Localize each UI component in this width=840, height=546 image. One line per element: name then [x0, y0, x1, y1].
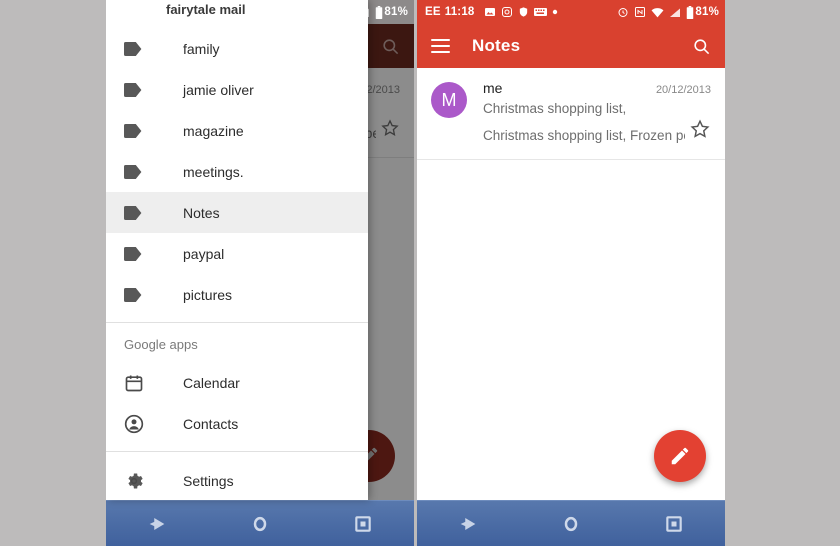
right-status-battery-text: 81% [695, 6, 719, 18]
avatar: M [431, 82, 467, 118]
left-nav-bar [106, 500, 414, 546]
left-phone-panel: EE 11:19 81% M me [106, 0, 414, 546]
sidebar-item-label: paypal [183, 245, 225, 262]
mail-sender: me [483, 80, 503, 96]
page-title: Notes [472, 36, 521, 55]
right-nav-bar [417, 500, 725, 546]
sidebar-item-calendar[interactable]: Calendar [106, 362, 368, 403]
wifi-icon [651, 7, 664, 18]
alarm-icon [617, 6, 629, 18]
sidebar-item-label: Notes [183, 204, 220, 221]
right-status-carrier: EE [425, 6, 441, 18]
keyboard-icon [533, 7, 547, 17]
left-status-battery-text: 81% [384, 6, 408, 18]
sidebar-item-magazine[interactable]: magazine [106, 110, 368, 151]
sidebar-item-label: family [183, 40, 220, 57]
right-status-notification-icons [484, 6, 558, 18]
navigation-drawer: family jamie oliver magazine meetings. N [106, 0, 368, 500]
left-app-bar-title: fairytale mail [166, 2, 246, 17]
mail-preview: Christmas shopping list, Frozen peas Si.… [483, 128, 685, 144]
mail-date: 20/12/2013 [655, 84, 711, 96]
sidebar-item-meetings[interactable]: meetings. [106, 151, 368, 192]
hamburger-menu-icon[interactable] [431, 39, 450, 53]
label-tag-icon [124, 287, 150, 302]
mail-subject: Christmas shopping list, [483, 101, 627, 116]
sidebar-item-paypal[interactable]: paypal [106, 233, 368, 274]
signal-icon [669, 7, 681, 18]
right-mail-body: me 20/12/2013 Christmas shopping list, C… [483, 80, 711, 145]
battery-icon [375, 5, 383, 19]
drawer-section-header: Google apps [124, 337, 198, 352]
sidebar-item-label: meetings. [183, 163, 244, 180]
right-app-bar: Notes [417, 24, 725, 68]
table-row[interactable]: M me 20/12/2013 Christmas shopping list,… [417, 68, 725, 161]
compose-fab[interactable] [654, 430, 706, 482]
drawer-scroll: family jamie oliver magazine meetings. N [106, 28, 368, 500]
battery-icon [686, 5, 694, 19]
drawer-divider-settings [106, 451, 368, 452]
sidebar-item-contacts[interactable]: Contacts [106, 403, 368, 444]
label-tag-icon [124, 82, 150, 97]
back-icon[interactable] [445, 501, 491, 546]
sidebar-item-family[interactable]: family [106, 28, 368, 69]
home-icon[interactable] [548, 501, 594, 546]
label-tag-icon [124, 123, 150, 138]
mail-preview-row: Christmas shopping list, Frozen peas Si.… [483, 118, 711, 145]
nfc-icon [634, 6, 646, 18]
right-status-bar: EE 11:18 81% [417, 0, 725, 24]
back-icon[interactable] [134, 501, 180, 546]
contacts-person-icon [124, 414, 150, 434]
sidebar-item-label: magazine [183, 122, 244, 139]
photo-icon [484, 6, 496, 18]
sidebar-item-label: pictures [183, 286, 233, 303]
right-status-system-icons [617, 5, 694, 19]
sidebar-item-label: jamie oliver [183, 81, 254, 98]
label-tag-icon [124, 41, 150, 56]
right-mail-top: me 20/12/2013 [483, 80, 711, 96]
sidebar-item-settings[interactable]: Settings [106, 460, 368, 500]
recents-icon[interactable] [651, 501, 697, 546]
sidebar-item-notes[interactable]: Notes [106, 192, 368, 233]
screenshot-stage: EE 11:19 81% M me [0, 0, 840, 546]
instagram-icon [501, 6, 513, 18]
sidebar-item-label: Calendar [183, 374, 240, 391]
recents-icon[interactable] [340, 501, 386, 546]
gear-icon [124, 471, 150, 491]
home-icon[interactable] [237, 501, 283, 546]
label-tag-icon [124, 246, 150, 261]
compose-pencil-icon [669, 445, 691, 467]
right-phone-panel: EE 11:18 81% Notes M me 20/12/2013 Chris… [417, 0, 725, 546]
sidebar-item-pictures[interactable]: pictures [106, 274, 368, 315]
sidebar-item-label: Contacts [183, 415, 239, 432]
label-tag-icon [124, 164, 150, 179]
dot-icon [552, 9, 558, 15]
search-icon[interactable] [692, 37, 711, 56]
sidebar-item-jamie-oliver[interactable]: jamie oliver [106, 69, 368, 110]
label-tag-icon [124, 205, 150, 220]
sidebar-item-label: Settings [183, 472, 234, 489]
calendar-icon [124, 373, 150, 393]
shield-icon [518, 6, 529, 18]
right-status-time: 11:18 [444, 6, 475, 18]
star-outline-icon[interactable] [689, 118, 711, 145]
